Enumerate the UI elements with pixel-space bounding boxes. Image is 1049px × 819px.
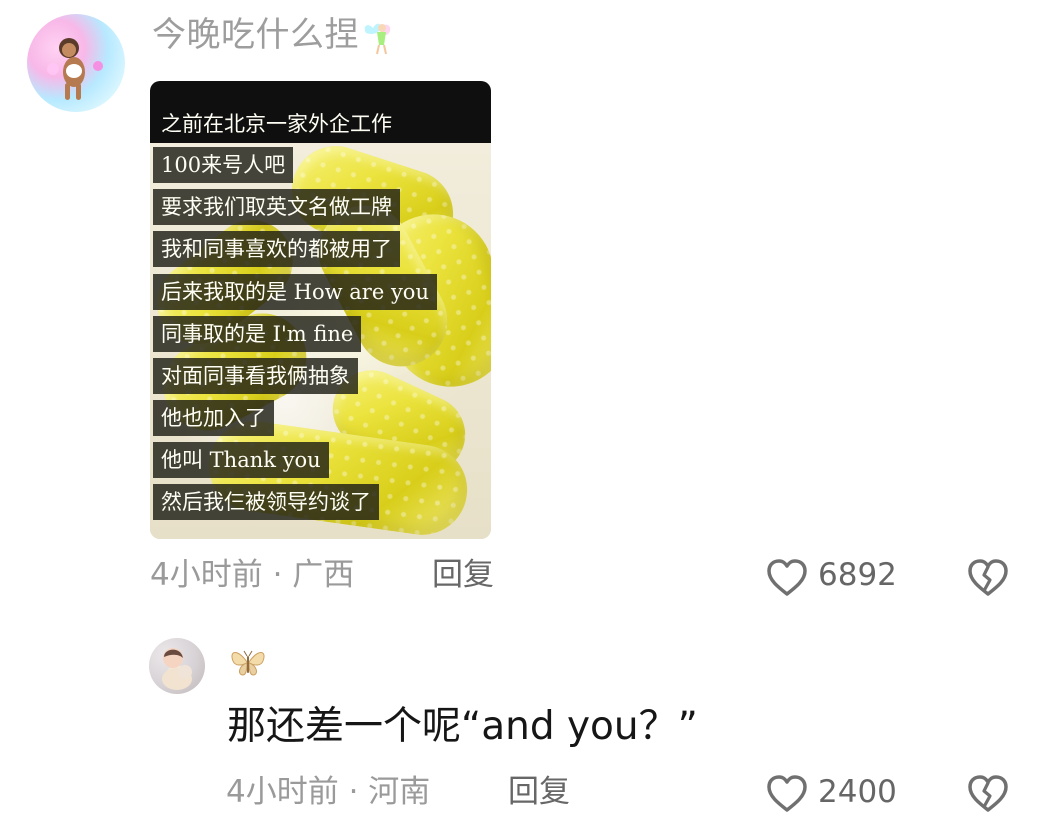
image-caption: 然后我仨被领导约谈了: [153, 484, 379, 520]
image-caption: 对面同事看我俩抽象: [153, 358, 358, 394]
comment-meta: 4小时前 · 河南: [226, 774, 431, 810]
avatar-figure-icon: [47, 38, 103, 100]
image-caption: 同事取的是 I'm fine: [153, 316, 362, 352]
user-avatar[interactable]: [27, 14, 125, 112]
image-caption: 之前在北京一家外企工作: [161, 111, 392, 136]
heart-outline-icon[interactable]: [765, 774, 809, 814]
broken-heart-icon[interactable]: [966, 558, 1010, 598]
image-caption: 要求我们取英文名做工牌: [153, 189, 400, 225]
comment-username[interactable]: 今晚吃什么捏: [152, 18, 359, 52]
like-count: 2400: [818, 774, 897, 810]
reply-button[interactable]: 回复: [432, 560, 494, 591]
image-caption: 他也加入了: [153, 400, 274, 436]
image-caption: 100来号人吧: [153, 147, 294, 183]
comment-image[interactable]: 之前在北京一家外企工作 100来号人吧 要求我们取英文名做工牌 我和同事喜欢的都…: [150, 81, 491, 539]
broken-heart-icon[interactable]: [966, 774, 1010, 814]
heart-outline-icon[interactable]: [765, 558, 809, 598]
reply-button[interactable]: 回复: [508, 777, 570, 808]
reply-comment-text: 那还差一个呢“and you？”: [227, 704, 698, 749]
comment-meta: 4小时前 · 广西: [150, 557, 355, 593]
avatar-person-icon: [162, 648, 192, 690]
image-caption: 后来我取的是 How are you: [153, 274, 437, 310]
image-caption: 我和同事喜欢的都被用了: [153, 231, 400, 267]
butterfly-icon: [227, 645, 269, 681]
user-avatar[interactable]: [149, 638, 205, 694]
like-count: 6892: [818, 557, 897, 593]
image-caption: 他叫 Thank you: [153, 442, 329, 478]
fairy-icon: [358, 16, 402, 60]
